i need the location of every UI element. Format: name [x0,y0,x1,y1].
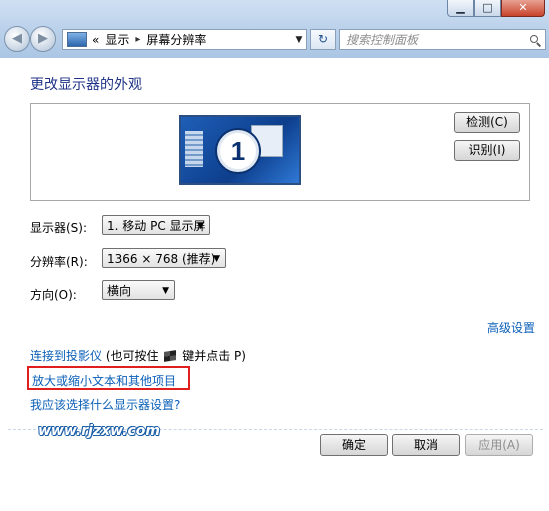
forward-button[interactable]: ▶ [30,26,56,52]
breadcrumb-separator[interactable]: ▸ [135,34,140,45]
address-dropdown-icon[interactable]: ▼ [292,35,306,45]
monitor-thumbnail[interactable]: 1 [179,115,301,185]
orientation-select-value: 横向 [107,284,132,298]
page-title: 更改显示器的外观 [30,77,142,93]
resolution-select[interactable]: 1366 × 768 (推荐) ▼ [102,248,226,268]
display-select[interactable]: 1. 移动 PC 显示屏 ▼ [102,215,210,235]
projector-hint-suffix: 键并点击 P) [182,349,246,363]
apply-button[interactable]: 应用(A) [465,434,533,456]
cancel-button[interactable]: 取消 [392,434,460,456]
search-input[interactable]: 搜索控制面板 [346,31,418,48]
breadcrumb-screen-resolution[interactable]: 屏幕分辨率 [146,31,206,48]
windows-logo-icon [164,350,177,362]
breadcrumb-overflow[interactable]: « [92,33,99,47]
refresh-icon: ↻ [317,32,329,46]
window-controls: ▁ □ ✕ [447,0,545,17]
orientation-label: 方向(O): [30,288,77,302]
resolution-select-value: 1366 × 768 (推荐) [107,252,216,266]
chevron-down-icon: ▼ [162,286,169,296]
monitor-sidebar-graphic [185,131,203,167]
detect-button[interactable]: 检测(C) [454,112,520,133]
display-label: 显示器(S): [30,221,88,235]
display-preview-panel: 1 检测(C) 识别(I) [30,103,530,201]
back-arrow-icon: ◀ [12,31,22,46]
close-button[interactable]: ✕ [501,0,545,17]
which-settings-link[interactable]: 我应该选择什么显示器设置? [30,396,180,413]
identify-button[interactable]: 识别(I) [454,140,520,161]
connect-projector-link[interactable]: 连接到投影仪 [30,349,102,363]
resolution-label: 分辨率(R): [30,255,88,269]
projector-hint-prefix: (也可按住 [105,349,159,363]
advanced-settings-link[interactable]: 高级设置 [487,319,535,336]
address-bar[interactable]: « 显示 ▸ 屏幕分辨率 ▼ [62,29,307,50]
projector-row: 连接到投影仪 (也可按住 键并点击 P) [30,347,246,364]
back-button[interactable]: ◀ [4,26,30,52]
ok-button[interactable]: 确定 [320,434,388,456]
enlarge-text-link[interactable]: 放大或缩小文本和其他项目 [32,372,176,389]
forward-arrow-icon: ▶ [38,31,48,46]
display-select-value: 1. 移动 PC 显示屏 [107,219,206,233]
search-icon[interactable] [530,34,540,45]
refresh-button[interactable]: ↻ [310,29,336,50]
breadcrumb-display[interactable]: 显示 [105,31,129,48]
minimize-button[interactable]: ▁ [447,0,474,17]
main-content: 更改显示器的外观 1 检测(C) 识别(I) 显示器(S): 1. 移动 PC … [0,58,549,511]
watermark-text: www.rjzxw.com [38,423,160,439]
navigation-bar: ▁ □ ✕ ◀ ▶ « 显示 ▸ 屏幕分辨率 ▼ ↻ 搜索控制面板 [0,0,549,58]
orientation-select[interactable]: 横向 ▼ [102,280,175,300]
monitor-number-badge: 1 [217,130,259,172]
search-box[interactable]: 搜索控制面板 [339,29,546,50]
control-panel-icon [67,32,87,47]
chevron-down-icon: ▼ [197,221,204,231]
maximize-button[interactable]: □ [474,0,501,17]
chevron-down-icon: ▼ [213,254,220,264]
